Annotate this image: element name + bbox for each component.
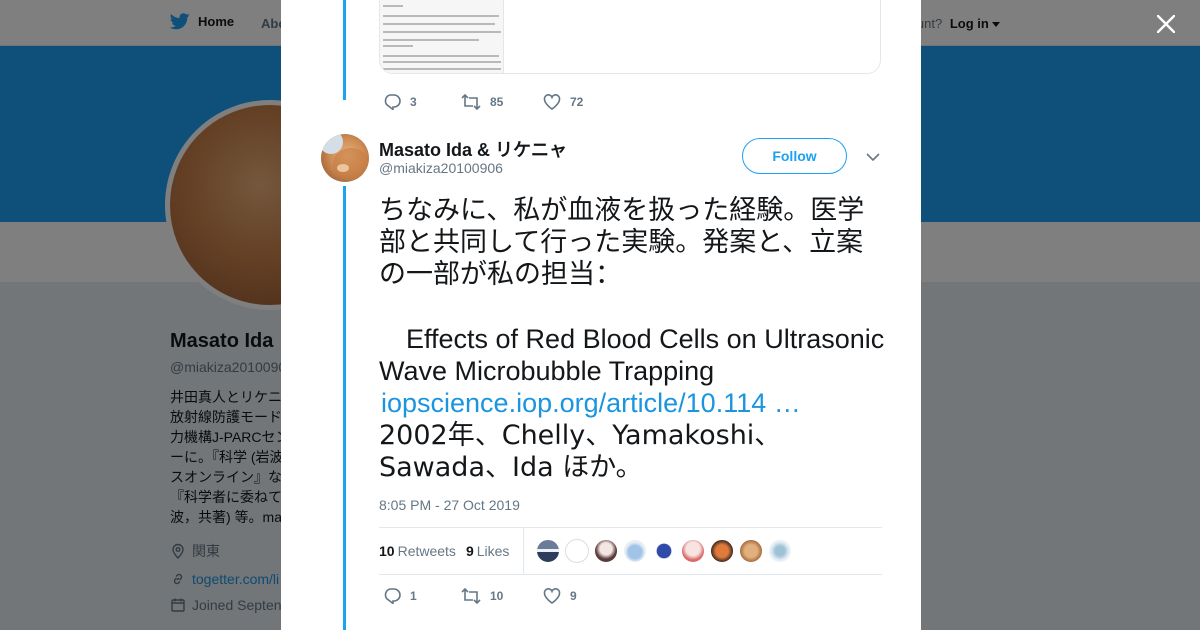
cat-avatar-art: [321, 134, 369, 180]
reply-icon: [384, 588, 401, 604]
retweet-button[interactable]: 85: [461, 93, 543, 110]
liker-avatar[interactable]: [594, 539, 618, 563]
tweet-avatar[interactable]: [321, 134, 369, 182]
like-count: 9: [570, 588, 577, 603]
retweet-icon: [461, 93, 481, 110]
close-button[interactable]: [1152, 10, 1180, 38]
scan-text-line: [383, 31, 501, 33]
likes-stat-count: 9: [465, 543, 474, 559]
reply-icon: [384, 94, 401, 110]
tweet-author-name[interactable]: Masato Ida & リケニャ: [379, 136, 567, 162]
scan-text-line: [383, 39, 479, 41]
scan-text-line: [383, 15, 499, 17]
retweet-count: 10: [490, 588, 504, 603]
tweet-stats: 10 Retweets 9 Likes: [379, 527, 882, 575]
liker-avatar[interactable]: [710, 539, 734, 563]
like-button[interactable]: 72: [543, 93, 584, 110]
liker-avatars: [536, 539, 792, 563]
thread-connector: [343, 0, 346, 100]
like-count: 72: [570, 94, 584, 109]
scan-text-line: [383, 55, 499, 57]
stats-divider: [523, 528, 524, 574]
retweet-icon: [461, 587, 481, 604]
reply-button[interactable]: 3: [383, 93, 461, 110]
like-button[interactable]: 9: [543, 587, 577, 604]
scan-text-line: [383, 23, 495, 25]
chevron-down-icon[interactable]: [865, 150, 881, 164]
retweets-stat-label: Retweets: [397, 543, 456, 559]
thread-connector: [343, 186, 346, 630]
likes-stat[interactable]: 9 Likes: [466, 543, 509, 559]
previous-tweet-media-card[interactable]: [379, 0, 881, 74]
tweet-link[interactable]: iopscience.iop.org/article/10.114 …: [379, 388, 801, 418]
close-icon: [1157, 15, 1175, 33]
tweet-author-handle[interactable]: @miakiza20100906: [379, 160, 503, 176]
previous-tweet-actions: 3 85 72: [383, 93, 583, 110]
liker-avatar[interactable]: [623, 539, 647, 563]
heart-icon: [543, 587, 561, 604]
tweet-text-paper-title: Effects of Red Blood Cells on Ultrasonic…: [379, 324, 885, 386]
stats-counts: 10 Retweets 9 Likes: [379, 528, 509, 574]
tweet-modal: 3 85 72 Masato Ida & リケニャ @miakiza201009…: [281, 0, 921, 630]
tweet-text-authors: 2002年、Chelly、Yamakoshi、Sawada、Ida ほか。: [379, 420, 782, 483]
tweet-actions: 1 10 9: [383, 587, 577, 604]
liker-avatar[interactable]: [565, 539, 589, 563]
heart-icon: [543, 93, 561, 110]
liker-avatar[interactable]: [768, 539, 792, 563]
retweets-stat[interactable]: 10 Retweets: [379, 543, 456, 559]
scan-text-line: [383, 45, 413, 47]
liker-avatar[interactable]: [536, 539, 560, 563]
liker-avatar[interactable]: [739, 539, 763, 563]
retweet-button[interactable]: 10: [461, 587, 543, 604]
tweet-text-ja: ちなみに、私が血液を扱った経験。医学部と共同して行った実験。発案と、立案の一部が…: [379, 195, 865, 290]
retweet-count: 85: [490, 94, 504, 109]
reply-button[interactable]: 1: [383, 587, 461, 604]
scanned-article-image[interactable]: [380, 0, 504, 73]
retweets-stat-count: 10: [379, 543, 395, 559]
liker-avatar[interactable]: [681, 539, 705, 563]
scan-text-line: [383, 68, 501, 70]
tweet-text: ちなみに、私が血液を扱った経験。医学部と共同して行った実験。発案と、立案の一部が…: [379, 195, 889, 484]
scan-text-line: [383, 61, 501, 63]
reply-count: 3: [410, 94, 417, 109]
reply-count: 1: [410, 588, 417, 603]
follow-button[interactable]: Follow: [742, 138, 847, 174]
scan-text-line: [383, 5, 403, 7]
tweet-timestamp[interactable]: 8:05 PM - 27 Oct 2019: [379, 497, 520, 513]
likes-stat-label: Likes: [476, 543, 510, 559]
liker-avatar[interactable]: [652, 539, 676, 563]
